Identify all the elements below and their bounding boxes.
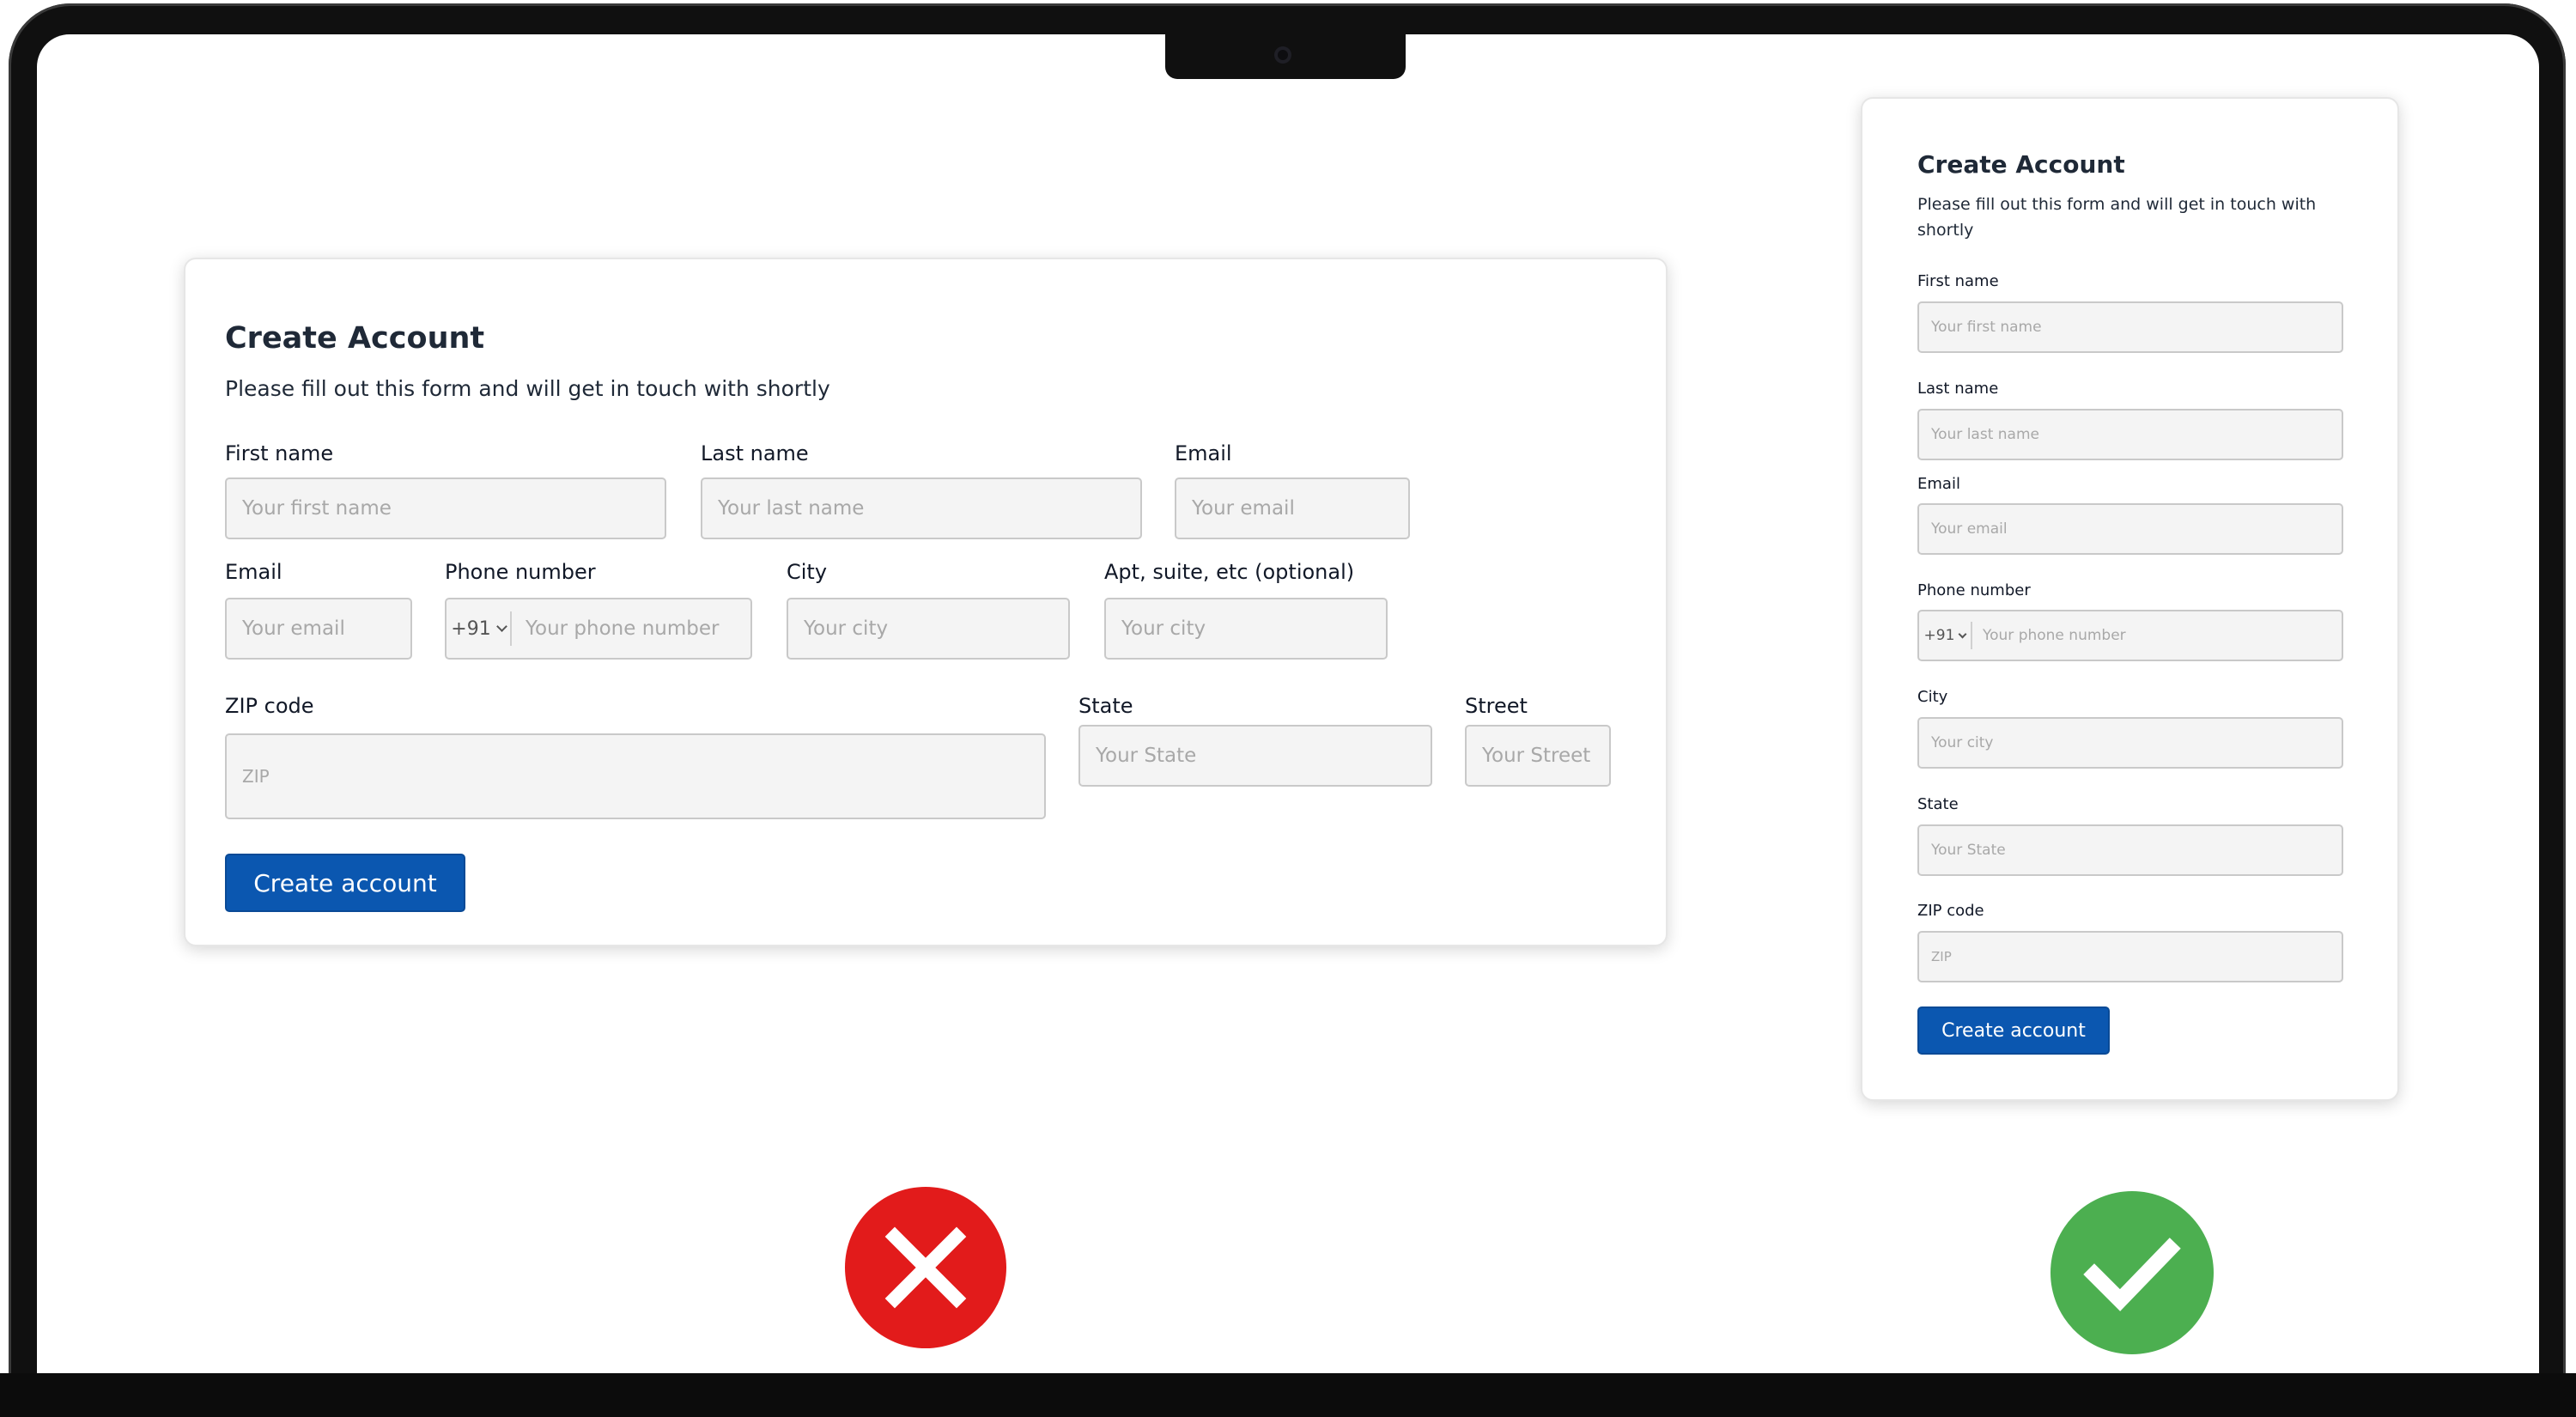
first-name-input[interactable]: Your first name: [1917, 301, 2343, 353]
last-name-label: Last name: [701, 441, 809, 465]
divider: [1971, 622, 1972, 649]
state-input[interactable]: Your State: [1078, 725, 1432, 787]
first-name-placeholder: Your first name: [242, 497, 392, 520]
check-icon: [2083, 1238, 2181, 1311]
camera-icon: [1274, 46, 1291, 64]
country-code-value: +91: [1923, 627, 1955, 644]
email-input[interactable]: Your email: [1175, 477, 1410, 539]
last-name-label: Last name: [1917, 380, 1999, 398]
email-placeholder: Your email: [1192, 497, 1295, 520]
street-input[interactable]: Your Street: [1465, 725, 1611, 787]
apt-label: Apt, suite, etc (optional): [1104, 560, 1355, 584]
state-placeholder: Your State: [1931, 842, 2006, 859]
laptop-mockup: Create Account Please fill out this form…: [0, 0, 2576, 1417]
country-code-select[interactable]: +91: [447, 618, 510, 640]
apt-placeholder: Your city: [1121, 617, 1206, 640]
zip-placeholder: ZIP: [1931, 949, 1952, 964]
first-name-label: First name: [225, 441, 334, 465]
zip-input[interactable]: ZIP: [225, 733, 1046, 819]
last-name-input[interactable]: Your last name: [1917, 409, 2343, 460]
phone-label: Phone number: [1917, 581, 2031, 599]
create-account-button[interactable]: Create account: [225, 854, 465, 912]
zip-input[interactable]: ZIP: [1917, 931, 2343, 982]
email-placeholder: Your email: [1931, 520, 2008, 538]
city-input[interactable]: Your city: [1917, 717, 2343, 769]
first-name-label: First name: [1917, 272, 1999, 290]
good-example-badge: [2050, 1191, 2214, 1354]
first-name-placeholder: Your first name: [1931, 319, 2042, 336]
email-input-duplicate[interactable]: Your email: [225, 598, 412, 660]
first-name-input[interactable]: Your first name: [225, 477, 666, 539]
state-input[interactable]: Your State: [1917, 824, 2343, 876]
state-label: State: [1078, 694, 1133, 718]
form-title: Create Account: [1917, 150, 2125, 179]
zip-label: ZIP code: [225, 694, 314, 718]
create-account-button[interactable]: Create account: [1917, 1006, 2110, 1055]
laptop-base: [0, 1373, 2576, 1417]
apt-input[interactable]: Your city: [1104, 598, 1388, 660]
form-card-bad-example: Create Account Please fill out this form…: [184, 258, 1668, 946]
chevron-down-icon: [1958, 629, 1967, 638]
city-placeholder: Your city: [804, 617, 889, 640]
street-placeholder: Your Street: [1482, 745, 1591, 767]
city-input[interactable]: Your city: [787, 598, 1070, 660]
zip-label: ZIP code: [1917, 902, 1984, 920]
form-card-good-example: Create Account Please fill out this form…: [1861, 97, 2399, 1101]
chevron-down-icon: [495, 621, 507, 632]
street-label: Street: [1465, 694, 1528, 718]
phone-input[interactable]: +91 Your phone number: [1917, 610, 2343, 661]
divider: [510, 611, 512, 646]
phone-placeholder: Your phone number: [1983, 627, 2126, 644]
city-label: City: [787, 560, 828, 584]
email-label: Email: [1175, 441, 1232, 465]
country-code-value: +91: [451, 617, 491, 640]
country-code-select[interactable]: +91: [1919, 627, 1971, 644]
phone-placeholder: Your phone number: [526, 617, 720, 640]
phone-input[interactable]: +91 Your phone number: [445, 598, 752, 660]
form-subtitle: Please fill out this form and will get i…: [1917, 195, 2317, 240]
bad-example-badge: [845, 1187, 1006, 1348]
email-input[interactable]: Your email: [1917, 503, 2343, 555]
form-subtitle: Please fill out this form and will get i…: [225, 376, 830, 401]
state-placeholder: Your State: [1096, 745, 1197, 767]
city-label: City: [1917, 688, 1948, 706]
email-placeholder: Your email: [242, 617, 345, 640]
phone-label: Phone number: [445, 560, 596, 584]
email-label: Email: [1917, 475, 1960, 493]
zip-placeholder: ZIP: [242, 766, 270, 787]
last-name-placeholder: Your last name: [718, 497, 865, 520]
form-title: Create Account: [225, 321, 485, 356]
last-name-input[interactable]: Your last name: [701, 477, 1142, 539]
last-name-placeholder: Your last name: [1931, 426, 2039, 443]
city-placeholder: Your city: [1931, 734, 1994, 751]
cross-icon: [884, 1226, 967, 1309]
email-label-duplicate: Email: [225, 560, 283, 584]
state-label: State: [1917, 795, 1959, 813]
